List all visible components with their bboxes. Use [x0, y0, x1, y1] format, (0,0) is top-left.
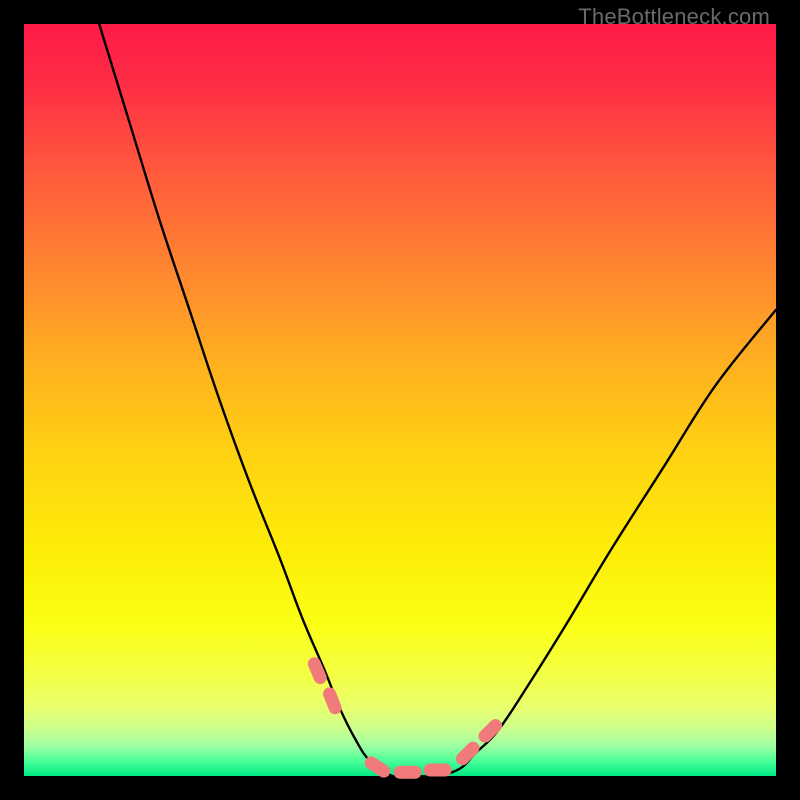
bottleneck-curve	[99, 24, 776, 777]
marker-left-cluster-b	[321, 685, 343, 716]
marker-group	[306, 655, 505, 780]
chart-svg	[24, 24, 776, 776]
marker-bottom-plateau-b	[394, 766, 422, 779]
watermark-text: TheBottleneck.com	[578, 4, 770, 30]
chart-frame: TheBottleneck.com	[0, 0, 800, 800]
marker-bottom-plateau-c	[424, 763, 452, 776]
